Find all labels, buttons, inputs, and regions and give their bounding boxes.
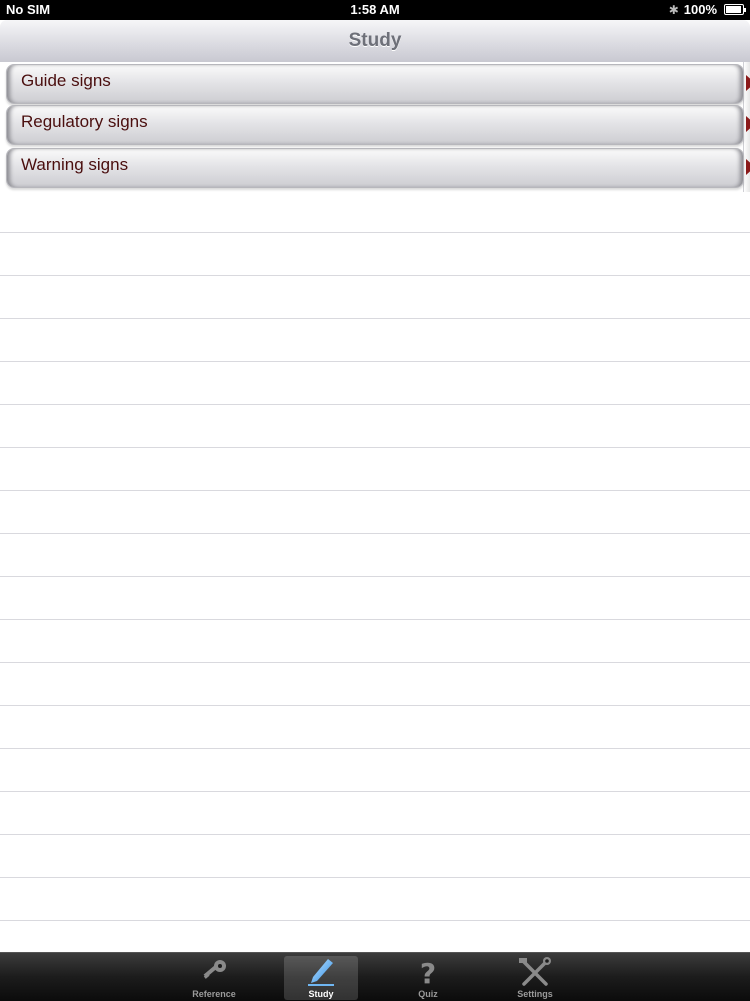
list-item-warning-signs[interactable]: Warning signs bbox=[6, 148, 750, 188]
tab-label: Reference bbox=[192, 989, 236, 999]
status-right: ✱ 100% bbox=[668, 2, 746, 17]
svg-text:?: ? bbox=[420, 957, 436, 987]
tab-label: Study bbox=[308, 989, 334, 999]
status-bar: No SIM 1:58 AM ✱ 100% bbox=[0, 0, 750, 20]
clock: 1:58 AM bbox=[350, 2, 400, 17]
page-title: Study bbox=[348, 30, 402, 51]
tab-quiz[interactable]: ? Quiz bbox=[391, 956, 465, 1000]
disclosure-arrow-icon bbox=[746, 75, 750, 91]
list-item-regulatory-signs[interactable]: Regulatory signs bbox=[6, 105, 750, 145]
study-list bbox=[0, 62, 750, 952]
battery-percentage: 100% bbox=[683, 2, 717, 17]
pencil-icon bbox=[308, 959, 334, 986]
list-item-label: Regulatory signs bbox=[21, 112, 148, 131]
list-item-guide-signs[interactable]: Guide signs bbox=[6, 64, 750, 104]
tools-icon bbox=[519, 957, 551, 986]
bluetooth-icon: ✱ bbox=[668, 2, 679, 17]
tab-label: Quiz bbox=[418, 989, 438, 999]
tab-reference[interactable]: Reference bbox=[177, 956, 251, 1000]
disclosure-arrow-icon bbox=[746, 116, 750, 132]
key-icon bbox=[203, 960, 226, 979]
tab-bar: Reference Study ? Quiz Settings bbox=[0, 952, 750, 1001]
disclosure-arrow-icon bbox=[746, 159, 750, 175]
tab-settings[interactable]: Settings bbox=[498, 956, 572, 1000]
navigation-bar: Study bbox=[0, 20, 750, 63]
tab-study[interactable]: Study bbox=[284, 956, 358, 1000]
question-mark-icon: ? bbox=[420, 957, 436, 987]
list-item-label: Warning signs bbox=[21, 155, 129, 174]
tab-label: Settings bbox=[517, 989, 553, 999]
battery-icon bbox=[724, 4, 746, 15]
list-item-label: Guide signs bbox=[21, 71, 111, 90]
